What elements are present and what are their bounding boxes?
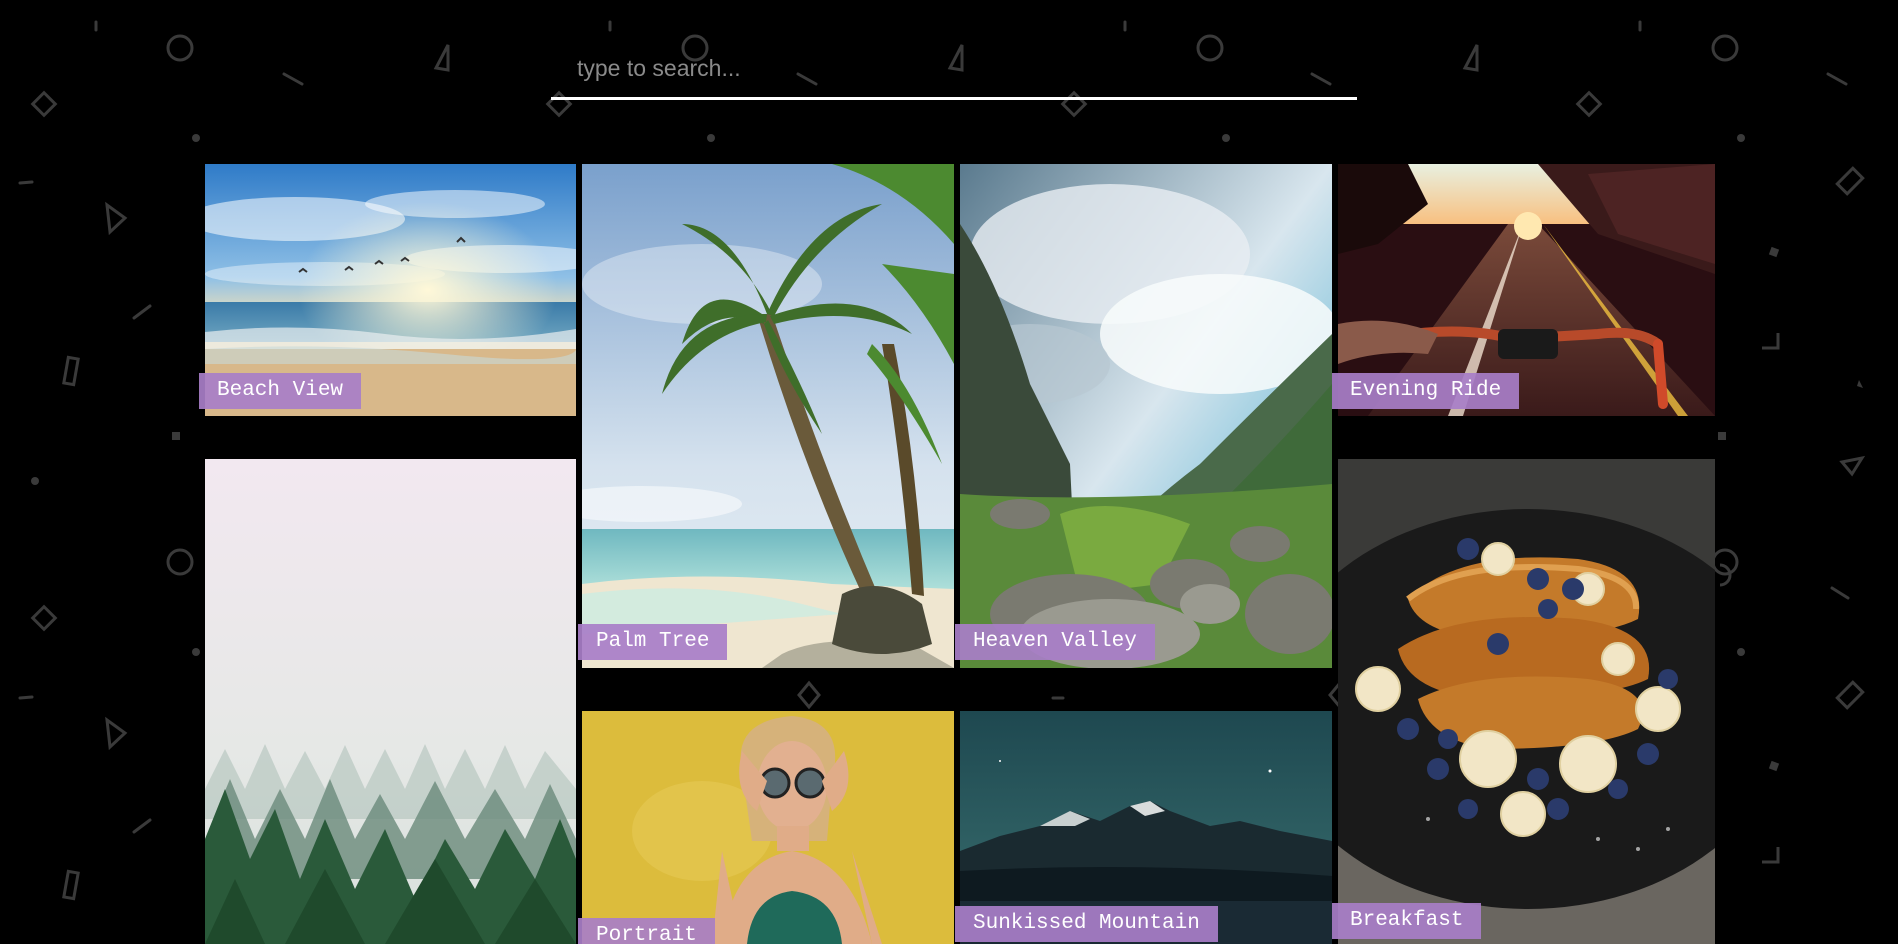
gallery-card-palm-tree[interactable] [582, 164, 954, 668]
misty-forest-image [205, 459, 576, 944]
heaven-valley-image [960, 164, 1332, 668]
gallery-item-title: Portrait [578, 918, 715, 944]
gallery-item-title: Sunkissed Mountain [955, 906, 1218, 942]
gallery-item-title: Heaven Valley [955, 624, 1155, 660]
gallery-card-heaven-valley[interactable] [960, 164, 1332, 668]
gallery-item-title: Breakfast [1332, 903, 1482, 939]
page: Beach View Palm Tree Heaven Valley Eveni… [0, 0, 1898, 944]
gallery-card-breakfast[interactable] [1338, 459, 1715, 944]
gallery-item-title: Palm Tree [578, 624, 728, 660]
palm-tree-image [582, 164, 954, 668]
gallery-item-title: Evening Ride [1332, 373, 1520, 409]
portrait-image [582, 711, 954, 944]
breakfast-image [1338, 459, 1715, 944]
gallery-card-portrait[interactable] [582, 711, 954, 944]
gallery-card-misty-forest[interactable] [205, 459, 576, 944]
gallery-item-title: Beach View [199, 373, 362, 409]
image-gallery: Beach View Palm Tree Heaven Valley Eveni… [0, 0, 1898, 944]
